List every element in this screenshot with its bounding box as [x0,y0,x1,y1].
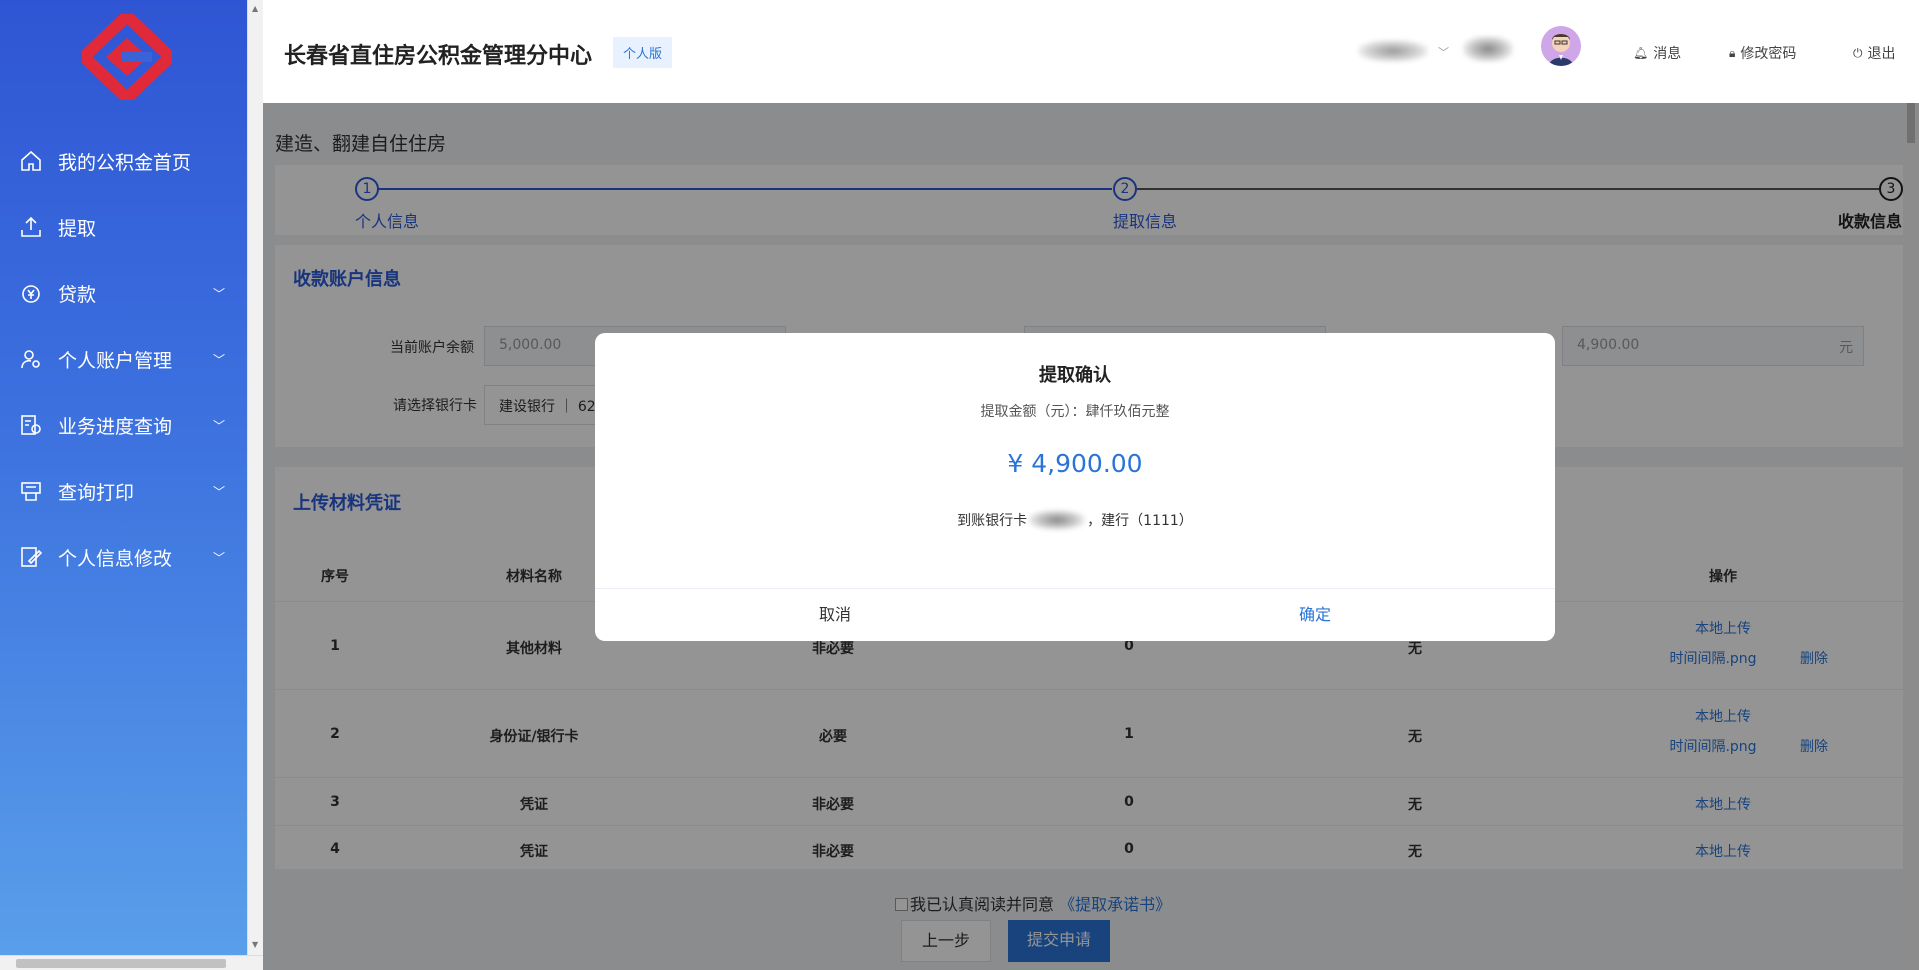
dialog-bank-info: 到账银行卡 ，建行（1111） [595,510,1555,530]
sidebar-item-home[interactable]: 我的公积金首页 [0,128,247,194]
withdraw-confirm-dialog: 提取确认 提取金额（元）：肆仟玖佰元整 ¥ 4,900.00 到账银行卡 ，建行… [595,333,1555,641]
sidebar-nav: 我的公积金首页 提取 贷款 ﹀ 个人账户管理 ﹀ 业务进度查询 ﹀ 查询打印 ﹀ [0,128,247,590]
sidebar-item-label: 查询打印 [58,481,135,504]
redacted-card-number [1029,510,1086,530]
sidebar-item-print[interactable]: 查询打印 ﹀ [0,458,247,524]
redacted-info [1463,36,1513,62]
lock-icon: 🔒︎ [1729,45,1736,60]
dialog-subtitle: 提取金额（元）：肆仟玖佰元整 [980,404,1170,420]
sidebar-item-withdraw[interactable]: 提取 [0,194,247,260]
upload-icon [18,214,44,240]
chevron-down-icon: ﹀ [212,353,225,367]
sidebar-item-loan[interactable]: 贷款 ﹀ [0,260,247,326]
logout-label: 退出 [1867,46,1896,62]
sidebar: 我的公积金首页 提取 贷款 ﹀ 个人账户管理 ﹀ 业务进度查询 ﹀ 查询打印 ﹀ [0,0,247,970]
header: 长春省直住房公积金管理分中心 个人版 ﹀ 🔔︎ 消息 🔒︎ 修改密码 ⏻ 退出 [263,0,1919,103]
sidebar-item-label: 个人信息修改 [58,547,173,570]
sidebar-item-info[interactable]: 个人信息修改 ﹀ [0,524,247,590]
logo-icon [82,14,172,100]
bank-suffix: ，建行（1111） [1087,513,1193,529]
chevron-down-icon[interactable]: ﹀ [1438,44,1449,60]
scroll-up-icon[interactable]: ▲ [252,4,258,13]
redacted-username[interactable] [1358,40,1428,62]
cancel-button[interactable]: 取消 [595,589,1075,641]
money-bag-icon [18,280,44,306]
sidebar-item-label: 贷款 [58,283,97,306]
user-settings-icon [18,346,44,372]
bell-icon: 🔔︎ [1633,46,1649,60]
home-icon [18,148,44,174]
messages-label: 消息 [1653,46,1682,62]
sidebar-item-label: 我的公积金首页 [58,151,192,174]
edition-badge: 个人版 [613,37,673,68]
confirm-button[interactable]: 确定 [1075,589,1555,641]
power-icon: ⏻ [1853,45,1863,60]
chevron-down-icon: ﹀ [212,419,225,433]
sidebar-item-label: 提取 [58,217,97,240]
sidebar-scrollbar[interactable]: ▲ ▼ [247,0,263,955]
change-password-link[interactable]: 🔒︎ 修改密码 [1729,43,1796,63]
progress-icon [18,412,44,438]
logout-link[interactable]: ⏻ 退出 [1853,43,1896,63]
sidebar-item-account[interactable]: 个人账户管理 ﹀ [0,326,247,392]
dialog-title: 提取确认 [1039,365,1111,386]
scrollbar-thumb[interactable] [16,959,226,968]
dialog-footer: 取消 确定 [595,588,1555,641]
dialog-amount: ¥ 4,900.00 [1007,449,1143,478]
sidebar-item-label: 个人账户管理 [58,349,173,372]
chevron-down-icon: ﹀ [212,551,225,565]
bank-prefix: 到账银行卡 [957,513,1028,529]
avatar[interactable] [1541,26,1581,66]
chevron-down-icon: ﹀ [212,485,225,499]
sidebar-item-progress[interactable]: 业务进度查询 ﹀ [0,392,247,458]
chevron-down-icon: ﹀ [212,287,225,301]
messages-link[interactable]: 🔔︎ 消息 [1633,43,1681,63]
change-password-label: 修改密码 [1740,46,1797,62]
sidebar-horizontal-scrollbar[interactable] [0,955,263,970]
scroll-down-icon[interactable]: ▼ [252,940,258,949]
printer-icon [18,478,44,504]
edit-info-icon [18,544,44,570]
sidebar-item-label: 业务进度查询 [58,415,173,438]
app-title: 长春省直住房公积金管理分中心 [284,44,593,69]
